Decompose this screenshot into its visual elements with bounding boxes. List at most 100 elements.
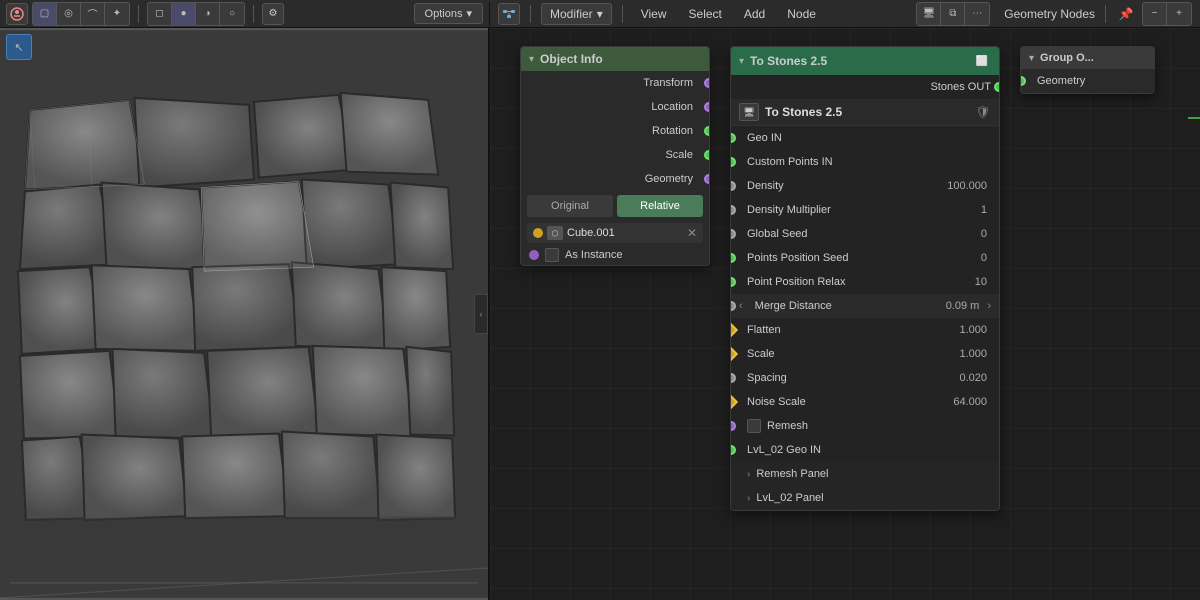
- select-box-btn[interactable]: ▢: [33, 3, 57, 25]
- modifier-arrow: ▾: [597, 7, 603, 21]
- object-info-node[interactable]: ▾ Object Info Transform Location Rotatio…: [520, 46, 710, 266]
- relative-btn[interactable]: Relative: [617, 195, 703, 217]
- rotation-socket-connected: [704, 126, 710, 136]
- flatten-row[interactable]: Flatten 1.000: [731, 318, 999, 342]
- object-type-icon: ⬡: [547, 226, 563, 240]
- viewport-settings-btn[interactable]: ⚙: [262, 3, 284, 25]
- settings-btn[interactable]: ⋯: [965, 3, 989, 25]
- lvl02-panel-row[interactable]: › LvL_02 Panel: [731, 486, 999, 510]
- location-socket: [704, 102, 710, 112]
- stones-out-label: Stones OUT: [739, 81, 991, 93]
- render-shading-btn[interactable]: ○: [220, 3, 244, 25]
- modifier-label: Modifier: [550, 7, 593, 21]
- points-pos-seed-value: 0: [981, 252, 991, 264]
- wire-shading-btn[interactable]: ◻: [148, 3, 172, 25]
- remesh-panel-arrow: ›: [739, 469, 750, 480]
- ts-scale-row[interactable]: Scale 1.000: [731, 342, 999, 366]
- global-seed-row[interactable]: Global Seed 0: [731, 222, 999, 246]
- points-pos-seed-row[interactable]: Points Position Seed 0: [731, 246, 999, 270]
- remesh-checkbox[interactable]: [747, 419, 761, 433]
- density-row[interactable]: Density 100.000: [731, 174, 999, 198]
- select-menu-btn[interactable]: Select: [681, 3, 730, 25]
- top-menu-bar: ▢ ◎ ⌒ ✦ ◻ ● ◑ ○ ⚙ Options ▾: [0, 0, 1200, 28]
- zoom-in-btn[interactable]: +: [1167, 3, 1191, 25]
- select-circle-btn[interactable]: ◎: [57, 3, 81, 25]
- to-stones-node[interactable]: ▾ To Stones 2.5 ⬜ Stones OUT 🖥 To Stones…: [730, 46, 1000, 511]
- geometry-row: Geometry: [521, 167, 709, 191]
- location-label: Location: [529, 101, 701, 113]
- point-pos-relax-value: 10: [975, 276, 991, 288]
- node-editor[interactable]: ▾ Object Info Transform Location Rotatio…: [490, 28, 1200, 600]
- merge-right-arrow[interactable]: ›: [983, 300, 995, 312]
- noise-scale-label: Noise Scale: [739, 396, 953, 408]
- remesh-label: Remesh: [767, 420, 991, 432]
- points-pos-seed-socket: [730, 253, 736, 263]
- origin-btn-row: Original Relative: [521, 191, 709, 221]
- remesh-panel-row[interactable]: › Remesh Panel: [731, 462, 999, 486]
- node-menu-btn[interactable]: Node: [779, 3, 824, 25]
- object-selector-row[interactable]: ⬡ Cube.001 ✕: [527, 223, 703, 243]
- points-pos-seed-label: Points Position Seed: [739, 252, 981, 264]
- group-output-node[interactable]: ▾ Group O... Geometry: [1020, 46, 1155, 94]
- scale-socket: [704, 150, 710, 160]
- select-lasso-btn[interactable]: ⌒: [81, 3, 105, 25]
- density-multiplier-row[interactable]: Density Multiplier 1: [731, 198, 999, 222]
- point-pos-relax-row[interactable]: Point Position Relax 10: [731, 270, 999, 294]
- stones-out-socket: [994, 82, 1000, 92]
- to-stones-copy-btn[interactable]: ⬜: [973, 52, 991, 70]
- density-mult-label: Density Multiplier: [739, 204, 981, 216]
- flatten-value: 1.000: [959, 324, 991, 336]
- blender-logo-btn[interactable]: [6, 3, 28, 25]
- view-menu-btn[interactable]: View: [633, 3, 675, 25]
- custom-points-row: Custom Points IN: [731, 150, 999, 174]
- to-stones-header[interactable]: ▾ To Stones 2.5 ⬜: [731, 47, 999, 75]
- node-editor-icon[interactable]: [498, 3, 520, 25]
- remesh-row[interactable]: Remesh: [731, 414, 999, 438]
- select-tweak-btn[interactable]: ✦: [105, 3, 129, 25]
- header-right-icons: 🖥 ⧉ ⋯: [916, 2, 990, 26]
- lvl02-geo-socket: [730, 445, 736, 455]
- object-name: Cube.001: [567, 227, 683, 239]
- spacing-row[interactable]: Spacing 0.020: [731, 366, 999, 390]
- global-seed-label: Global Seed: [739, 228, 981, 240]
- original-btn[interactable]: Original: [527, 195, 613, 217]
- noise-scale-row[interactable]: Noise Scale 64.000: [731, 390, 999, 414]
- spacing-socket: [730, 373, 736, 383]
- 3d-viewport[interactable]: ↖: [0, 28, 490, 600]
- geometry-label: Geometry: [529, 173, 701, 185]
- pin-icon-btn[interactable]: 📌: [1116, 4, 1136, 24]
- location-row: Location: [521, 95, 709, 119]
- density-mult-value: 1: [981, 204, 991, 216]
- group-out-header[interactable]: ▾ Group O...: [1021, 47, 1155, 69]
- solid-shading-btn[interactable]: ●: [172, 3, 196, 25]
- select-tool[interactable]: ↖: [6, 34, 32, 60]
- geo-in-row: Geo IN: [731, 126, 999, 150]
- geometry-socket: [704, 174, 710, 184]
- lvl02-geo-label: LvL_02 Geo IN: [739, 444, 991, 456]
- material-shading-btn[interactable]: ◑: [196, 3, 220, 25]
- add-menu-btn[interactable]: Add: [736, 3, 773, 25]
- as-instance-checkbox[interactable]: [545, 248, 559, 262]
- modifier-dropdown[interactable]: Modifier ▾: [541, 3, 612, 25]
- merge-distance-row[interactable]: ‹ Merge Distance 0.09 m ›: [731, 294, 999, 318]
- options-dropdown-btn[interactable]: Options ▾: [414, 3, 483, 24]
- object-clear-btn[interactable]: ✕: [687, 226, 697, 240]
- as-instance-label: As Instance: [565, 249, 622, 261]
- viewport-collapse-btn[interactable]: ‹: [474, 294, 488, 334]
- viewport-shading-group: ◻ ● ◑ ○: [147, 2, 245, 26]
- global-seed-value: 0: [981, 228, 991, 240]
- flatten-label: Flatten: [739, 324, 959, 336]
- object-info-header[interactable]: ▾ Object Info: [521, 47, 709, 71]
- viewport-tools: ↖: [6, 34, 32, 60]
- point-pos-relax-label: Point Position Relax: [739, 276, 975, 288]
- copy-btn[interactable]: ⧉: [941, 3, 965, 25]
- lvl02-geo-row: LvL_02 Geo IN: [731, 438, 999, 462]
- ts-scale-label: Scale: [739, 348, 959, 360]
- render-btn[interactable]: 🖥: [917, 3, 941, 25]
- merge-label: Merge Distance: [747, 300, 946, 312]
- zoom-out-btn[interactable]: −: [1143, 3, 1167, 25]
- to-stones-inner-header: 🖥 To Stones 2.5 🛡: [731, 99, 999, 126]
- transform-label: Transform: [529, 77, 701, 89]
- merge-left-arrow[interactable]: ‹: [735, 300, 747, 312]
- flatten-socket-diamond: [730, 323, 738, 337]
